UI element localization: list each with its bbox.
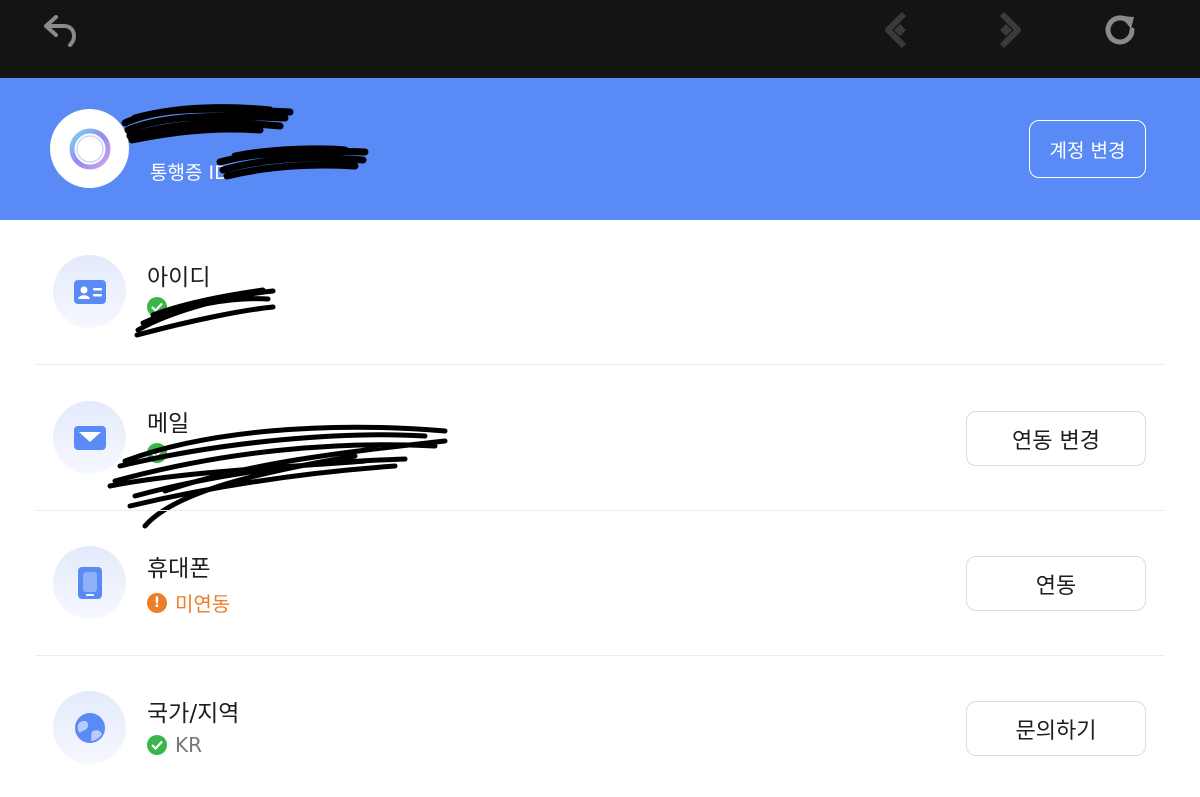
phone-icon [53, 546, 126, 619]
top-toolbar [0, 0, 1200, 78]
row-title: 국가/지역 [147, 701, 240, 727]
undo-arrow-icon[interactable] [40, 10, 80, 50]
link-button[interactable]: 연동 [966, 556, 1146, 611]
previous-page-icon[interactable] [878, 10, 918, 50]
check-circle-icon [147, 735, 167, 755]
account-header: 통행증 ID 계정 변경 [0, 78, 1200, 220]
inquiry-button[interactable]: 문의하기 [966, 701, 1146, 756]
row-status [147, 443, 285, 463]
warning-circle-icon: ! [147, 592, 167, 613]
row-status: ! 미연동 [147, 588, 230, 617]
list-item-mail: 메일 연동 변경 [0, 366, 1200, 529]
refresh-icon[interactable] [1100, 10, 1140, 50]
id-card-icon [53, 255, 126, 328]
row-status [147, 297, 285, 317]
row-title: 휴대폰 [147, 556, 211, 582]
pass-id-label: 통행증 ID [150, 162, 229, 184]
check-circle-icon [147, 297, 167, 317]
pass-id: 통행증 ID [150, 158, 365, 185]
globe-icon [53, 691, 126, 764]
list-item-id: 아이디 [0, 220, 1200, 365]
mail-icon [53, 401, 126, 474]
row-title: 아이디 [147, 265, 211, 291]
list-item-region: 국가/지역 KR 문의하기 [0, 656, 1200, 797]
check-circle-icon [147, 443, 167, 463]
change-account-button[interactable]: 계정 변경 [1029, 120, 1146, 178]
status-text [175, 299, 285, 315]
status-text: KR [175, 733, 203, 757]
row-status: KR [147, 733, 202, 757]
change-link-button[interactable]: 연동 변경 [966, 411, 1146, 466]
avatar [50, 109, 129, 188]
redaction-scribble [121, 104, 294, 144]
list-item-phone: 휴대폰 ! 미연동 연동 [0, 511, 1200, 656]
pass-id-value [235, 161, 365, 179]
row-title: 메일 [147, 411, 190, 437]
status-text [175, 445, 285, 461]
status-text: 미연동 [175, 592, 231, 616]
next-page-icon[interactable] [988, 10, 1028, 50]
divider [36, 364, 1164, 365]
